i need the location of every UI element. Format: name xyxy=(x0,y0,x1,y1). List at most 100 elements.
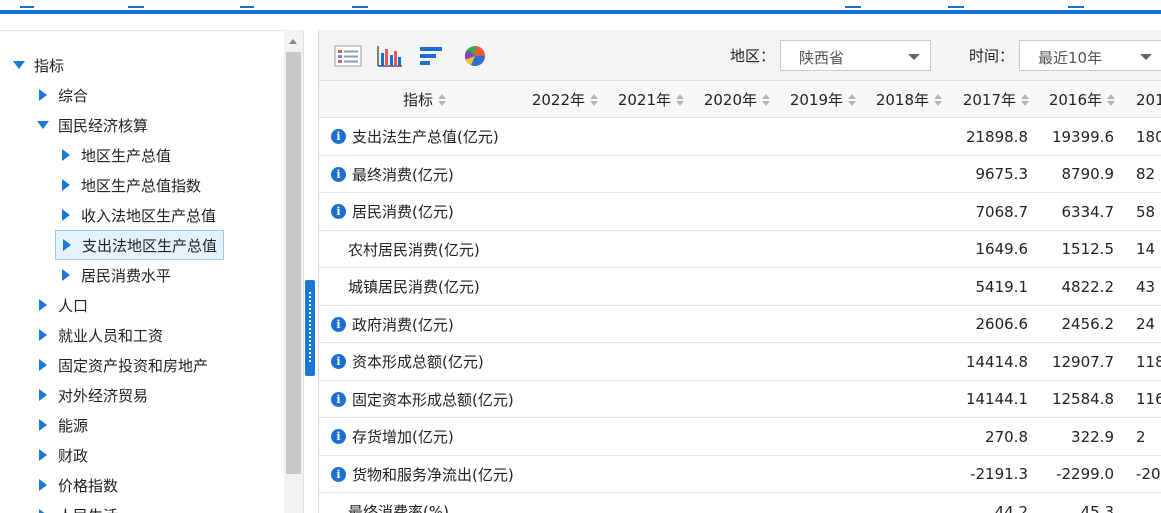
tree-item[interactable]: 综合 xyxy=(36,82,88,108)
collapse-arrow-icon[interactable] xyxy=(59,208,75,222)
collapse-arrow-icon[interactable] xyxy=(36,418,52,432)
table-cell: 45.3 xyxy=(1080,502,1114,513)
tree-item[interactable]: 收入法地区生产总值 xyxy=(59,202,216,228)
sort-arrows-icon[interactable] xyxy=(1020,93,1030,107)
table-cell: 12584.8 xyxy=(1051,390,1114,408)
table-row[interactable]: i 资本形成总额(亿元) 14414.8 12907.7 118 xyxy=(319,343,1161,381)
sort-arrows-icon[interactable] xyxy=(933,93,943,107)
tree-root[interactable]: 指标 xyxy=(12,52,64,78)
table-cell: 44.2 xyxy=(994,502,1028,513)
collapse-arrow-icon[interactable] xyxy=(60,238,76,252)
table-row[interactable]: i 支出法生产总值(亿元) 21898.8 19399.6 180 xyxy=(319,118,1161,156)
info-icon[interactable]: i xyxy=(331,166,346,182)
region-select-value: 陕西省 xyxy=(799,49,845,67)
scrollbar-thumb[interactable] xyxy=(286,52,301,474)
column-header-year[interactable]: 201 xyxy=(1136,81,1161,118)
column-header-year[interactable]: 2017年 xyxy=(944,81,1030,118)
table-row[interactable]: 城镇居民消费(亿元) 5419.1 4822.2 43 xyxy=(319,268,1161,306)
table-cell: 8790.9 xyxy=(1061,165,1115,183)
column-header-year[interactable]: 2022年 xyxy=(513,81,599,118)
table-row[interactable]: 农村居民消费(亿元) 1649.6 1512.5 14 xyxy=(319,230,1161,268)
collapse-arrow-icon[interactable] xyxy=(36,88,52,102)
tree-item[interactable]: 固定资产投资和房地产 xyxy=(36,352,208,378)
column-header-year[interactable]: 2020年 xyxy=(685,81,771,118)
info-icon[interactable]: i xyxy=(331,316,346,332)
collapse-arrow-icon[interactable] xyxy=(59,148,75,162)
sort-arrows-icon[interactable] xyxy=(675,93,685,107)
column-header-label: 2016年 xyxy=(1048,91,1102,109)
column-header-indicator[interactable]: 指标 xyxy=(399,81,447,118)
table-row[interactable]: i 居民消费(亿元) 7068.7 6334.7 58 xyxy=(319,193,1161,231)
tree-item[interactable]: 国民经济核算 xyxy=(36,112,148,138)
tree-item[interactable]: 居民消费水平 xyxy=(59,262,171,288)
info-icon[interactable]: i xyxy=(331,204,346,219)
tree-item-label: 居民消费水平 xyxy=(81,266,172,285)
horizontal-bar-icon[interactable] xyxy=(418,43,446,69)
bar-chart-icon[interactable] xyxy=(376,43,404,69)
collapse-arrow-icon[interactable] xyxy=(59,178,75,192)
table-cell: 118 xyxy=(1136,352,1161,371)
tree-item[interactable]: 地区生产总值指数 xyxy=(59,172,201,198)
time-select[interactable]: 最近10年 xyxy=(1019,40,1161,71)
table-cell: 2456.2 xyxy=(1061,315,1115,333)
table-row[interactable]: i 政府消费(亿元) 2606.6 2456.2 24 xyxy=(319,305,1161,343)
collapse-arrow-icon[interactable] xyxy=(36,298,52,312)
scroll-up-arrow-icon[interactable] xyxy=(289,39,297,44)
table-row[interactable]: 最终消费率(%) 44.2 45.3 xyxy=(319,493,1161,513)
tree-item[interactable]: 人口 xyxy=(36,292,88,318)
table-row[interactable]: i 最终消费(亿元) 9675.3 8790.9 82 xyxy=(319,155,1161,193)
collapse-arrow-icon[interactable] xyxy=(36,478,52,492)
tree-item[interactable]: 支出法地区生产总值 xyxy=(55,230,225,260)
tree-scrollbar[interactable] xyxy=(284,30,303,513)
table-cell: 1649.6 xyxy=(975,240,1029,258)
collapse-arrow-icon[interactable] xyxy=(59,268,75,282)
column-header-year[interactable]: 2018年 xyxy=(857,81,943,118)
table-row[interactable]: i 固定资本形成总额(亿元) 14144.1 12584.8 116 xyxy=(319,380,1161,418)
tree-item[interactable]: 对外经济贸易 xyxy=(36,382,148,408)
sort-arrows-icon[interactable] xyxy=(847,93,857,107)
sort-arrows-icon[interactable] xyxy=(761,93,771,107)
column-header-year[interactable]: 2019年 xyxy=(771,81,857,118)
region-filter-label: 地区： xyxy=(730,47,776,65)
tree-item[interactable]: 财政 xyxy=(36,442,88,468)
row-indicator-name: i 支出法生产总值(亿元) xyxy=(331,118,499,155)
column-header-year[interactable]: 2016年 xyxy=(1030,81,1116,118)
tree-item-label: 价格指数 xyxy=(58,476,119,495)
time-select-value: 最近10年 xyxy=(1038,49,1103,67)
top-nav-underline xyxy=(0,10,1161,14)
table-cell: 180 xyxy=(1136,127,1161,146)
info-icon[interactable]: i xyxy=(331,466,346,482)
info-icon[interactable]: i xyxy=(331,429,346,444)
table-view-icon[interactable] xyxy=(334,43,362,69)
row-name-label: 农村居民消费(亿元) xyxy=(348,240,480,259)
data-panel: 地区： 陕西省 时间： 最近10年 指标 2022年 2021年 2020年 2019年… xyxy=(318,30,1161,513)
sort-arrows-icon[interactable] xyxy=(589,93,599,107)
table-cell: 7068.7 xyxy=(975,202,1029,221)
tree-item[interactable]: 人民生活 xyxy=(36,502,118,513)
table-cell: 322.9 xyxy=(1071,427,1114,446)
table-row[interactable]: i 存货增加(亿元) 270.8 322.9 2 xyxy=(319,418,1161,456)
tree-item[interactable]: 地区生产总值 xyxy=(59,142,171,168)
expand-arrow-icon[interactable] xyxy=(12,58,28,72)
collapse-arrow-icon[interactable] xyxy=(36,388,52,402)
table-cell: 2 xyxy=(1136,427,1146,446)
pie-chart-icon[interactable] xyxy=(461,43,489,69)
collapse-arrow-icon[interactable] xyxy=(36,358,52,372)
expand-arrow-icon[interactable] xyxy=(36,118,52,132)
region-select[interactable]: 陕西省 xyxy=(780,40,931,71)
tree-item[interactable]: 就业人员和工资 xyxy=(36,322,163,348)
collapse-arrow-icon[interactable] xyxy=(36,328,52,342)
sort-arrows-icon[interactable] xyxy=(1106,93,1116,107)
tree-item[interactable]: 价格指数 xyxy=(36,472,118,498)
info-icon[interactable]: i xyxy=(331,354,346,369)
sort-arrows-icon[interactable] xyxy=(437,93,447,107)
panel-splitter-handle[interactable] xyxy=(305,280,315,376)
info-icon[interactable]: i xyxy=(331,129,346,144)
tree-item[interactable]: 能源 xyxy=(36,412,88,438)
column-header-year[interactable]: 2021年 xyxy=(599,81,685,118)
info-icon[interactable]: i xyxy=(331,391,346,407)
collapse-arrow-icon[interactable] xyxy=(36,448,52,462)
collapse-arrow-icon[interactable] xyxy=(36,508,52,513)
row-name-label: 最终消费率(%) xyxy=(348,503,449,513)
table-row[interactable]: i 货物和服务净流出(亿元) -2191.3 -2299.0 -20 xyxy=(319,455,1161,493)
